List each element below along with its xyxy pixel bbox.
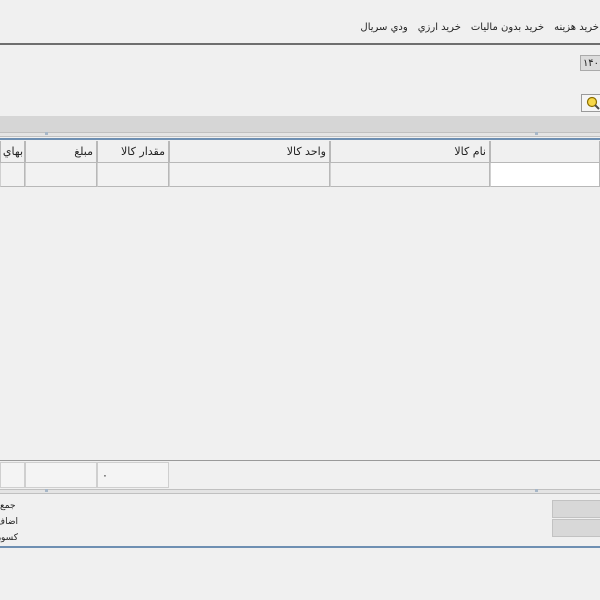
date-field[interactable]: ۱۴۰ (580, 55, 600, 71)
grid-header-blank (490, 141, 600, 163)
footer-cell-blank (25, 462, 97, 488)
tab-tax-free-purchase[interactable]: خريد بدون ماليات (470, 22, 545, 40)
table-row-cell-item-name[interactable] (330, 163, 490, 187)
table-row-cell-quantity[interactable] (97, 163, 169, 187)
header-divider (0, 43, 600, 45)
bottom-rule (0, 546, 600, 548)
footer-amount-total: ۰ (97, 462, 169, 488)
column-header-unit[interactable]: واحد كالا (169, 141, 330, 163)
search-button[interactable] (581, 94, 600, 112)
summary-label-total: جمع (0, 501, 16, 511)
table-row-cell-price[interactable] (0, 163, 25, 187)
purchase-type-tabs: خريد هزينه خريد بدون ماليات خريد ارزي ود… (359, 22, 600, 40)
table-row-cell-amount[interactable] (25, 163, 97, 187)
grid-toolbar (0, 116, 600, 132)
grid-splitter-bottom[interactable] (0, 489, 600, 494)
footer-cell-price (0, 462, 25, 488)
search-icon (586, 96, 600, 110)
column-header-quantity[interactable]: مقدار كالا (97, 141, 169, 163)
column-header-item-name[interactable]: نام كالا (330, 141, 490, 163)
table-row-cell-select[interactable] (490, 163, 600, 187)
grid-splitter-top[interactable] (0, 132, 600, 137)
tab-expense-purchase[interactable]: خريد هزينه (553, 22, 600, 40)
column-header-price[interactable]: بهاي (0, 141, 25, 163)
tab-serial-purchase[interactable]: ودي سريال (359, 22, 408, 40)
summary-label-additions: اضاف (0, 517, 18, 527)
column-header-amount[interactable]: مبلغ (25, 141, 97, 163)
action-button-1[interactable] (552, 500, 600, 518)
grid-footer-divider (0, 460, 600, 461)
summary-label-deductions: كسور (0, 533, 18, 543)
table-row-cell-unit[interactable] (169, 163, 330, 187)
tab-currency-purchase[interactable]: خريد ارزي (417, 22, 462, 40)
grid-top-rule (0, 138, 600, 140)
action-button-2[interactable] (552, 519, 600, 537)
